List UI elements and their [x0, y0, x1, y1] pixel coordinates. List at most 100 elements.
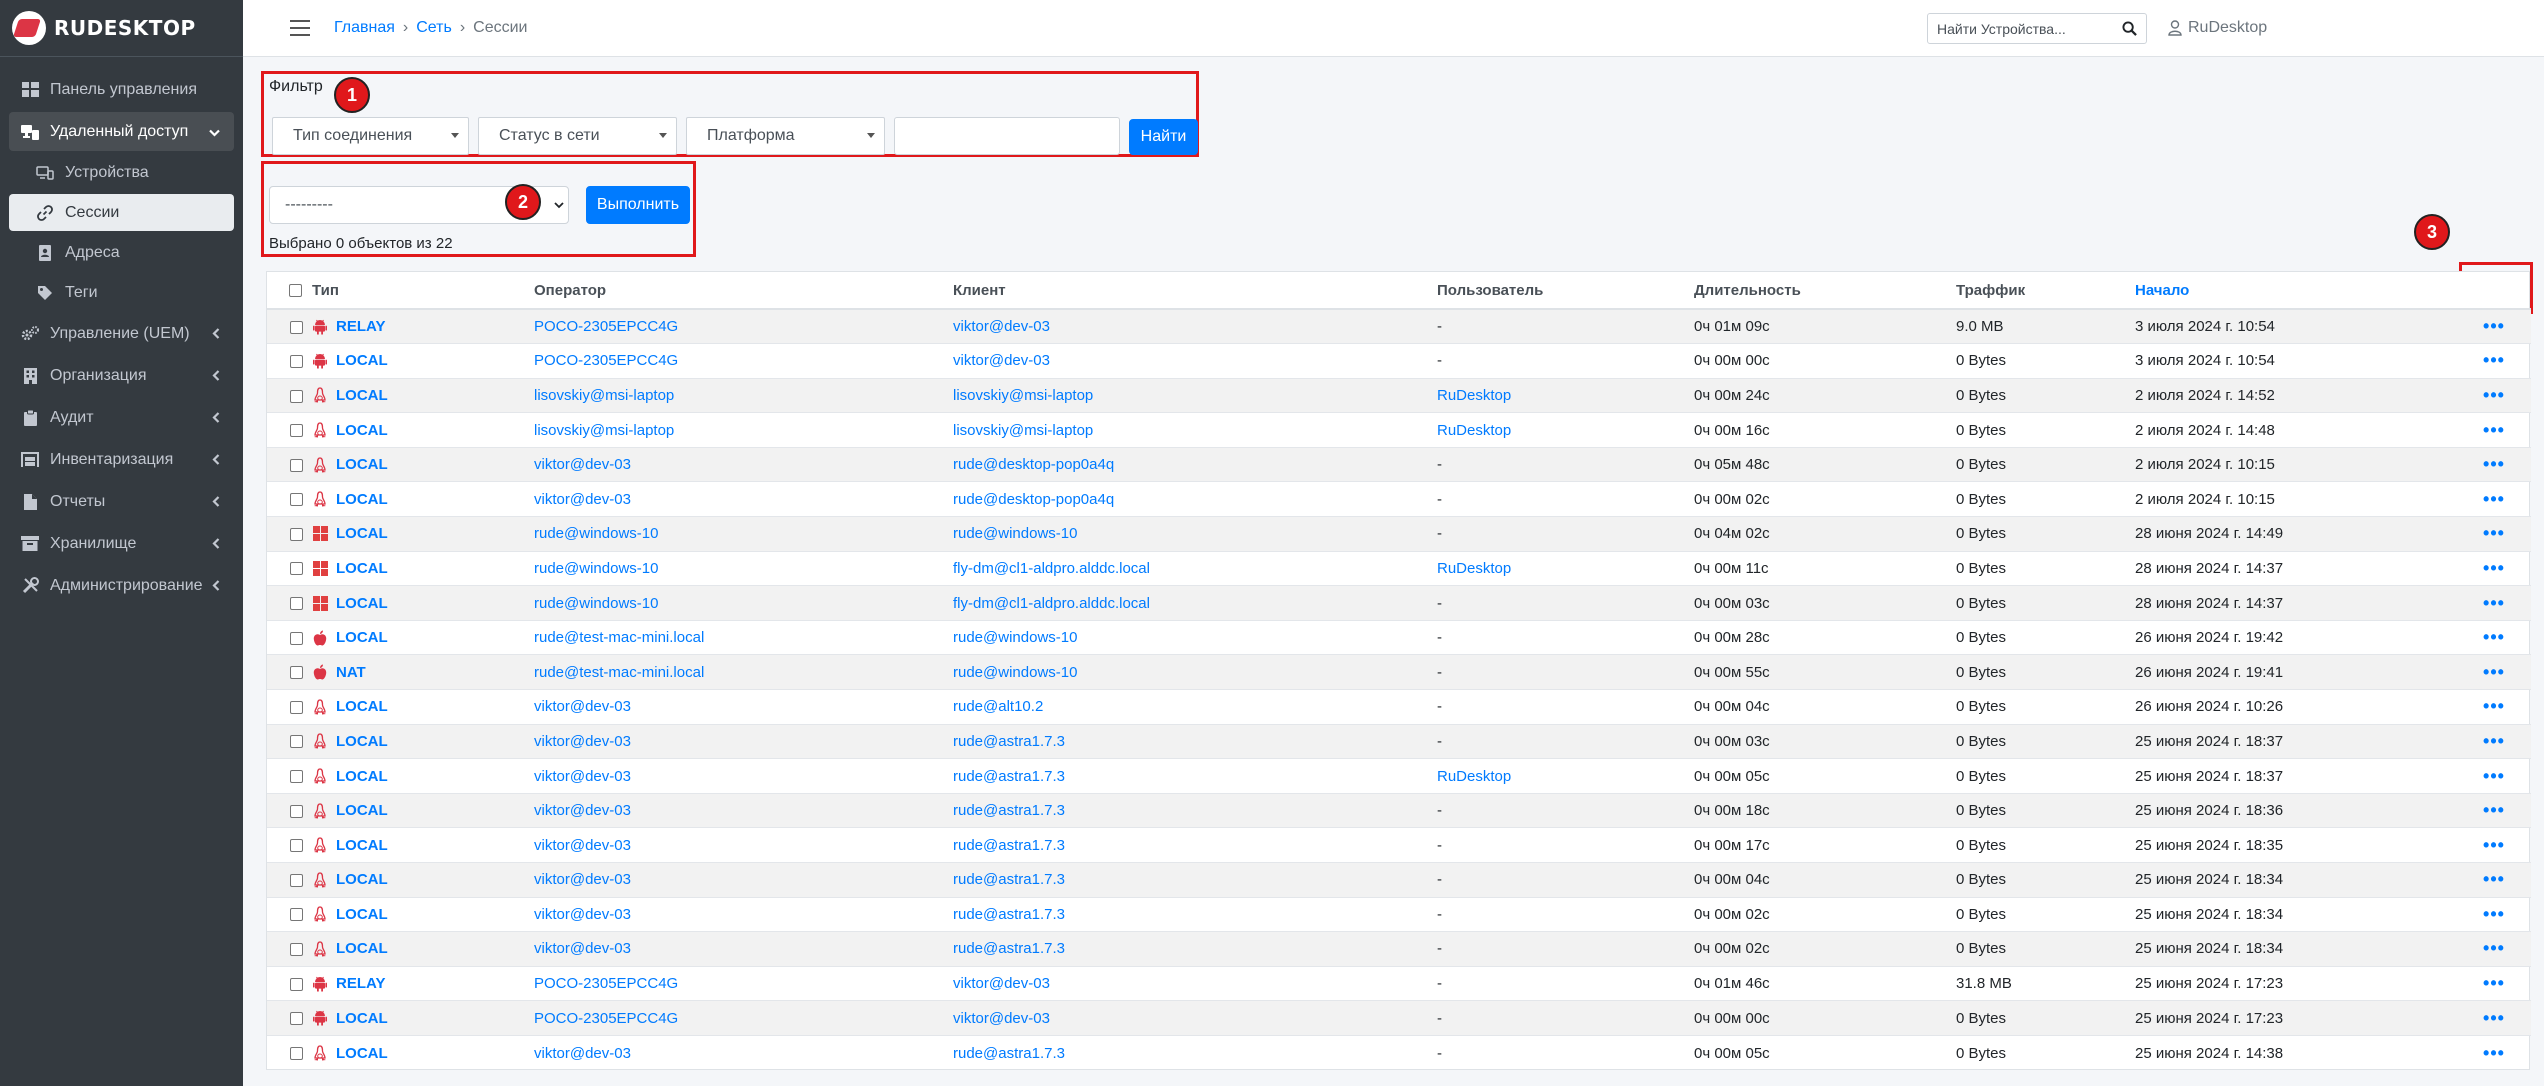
session-type-link[interactable]: LOCAL	[336, 387, 388, 404]
table-row[interactable]: LOCAL lisovskiy@msi-laptop lisovskiy@msi-l…	[267, 412, 2531, 448]
client-link[interactable]: lisovskiy@msi-laptop	[953, 422, 1093, 439]
row-checkbox[interactable]	[290, 770, 303, 784]
column-header-type[interactable]: Тип	[312, 272, 534, 310]
row-checkbox[interactable]	[290, 666, 303, 680]
operator-link[interactable]: rude@test-mac-mini.local	[534, 664, 704, 681]
table-row[interactable]: LOCAL viktor@dev-03 rude@alt10.2 -0ч 00м 04…	[267, 689, 2531, 725]
row-actions-icon[interactable]: •••	[2483, 835, 2505, 855]
client-link[interactable]: viktor@dev-03	[953, 318, 1050, 335]
platform-select[interactable]: Платформа	[686, 117, 885, 155]
session-type-link[interactable]: LOCAL	[336, 906, 388, 923]
row-actions-icon[interactable]: •••	[2483, 593, 2505, 613]
row-actions-icon[interactable]: •••	[2483, 385, 2505, 405]
operator-link[interactable]: rude@windows-10	[534, 595, 658, 612]
client-link[interactable]: rude@windows-10	[953, 664, 1077, 681]
table-row[interactable]: LOCAL viktor@dev-03 rude@astra1.7.3 RuDeskt…	[267, 758, 2531, 794]
operator-link[interactable]: lisovskiy@msi-laptop	[534, 387, 674, 404]
session-type-link[interactable]: LOCAL	[336, 456, 388, 473]
operator-link[interactable]: viktor@dev-03	[534, 940, 631, 957]
sidebar-item-dashboard[interactable]: Панель управления	[9, 70, 234, 109]
sidebar-item-box[interactable]: Хранилище	[9, 524, 234, 563]
operator-link[interactable]: rude@test-mac-mini.local	[534, 629, 704, 646]
row-actions-icon[interactable]: •••	[2483, 627, 2505, 647]
table-row[interactable]: LOCAL viktor@dev-03 rude@desktop-pop0a4q -0…	[267, 481, 2531, 517]
sidebar-item-tag[interactable]: Теги	[9, 274, 234, 311]
session-type-link[interactable]: LOCAL	[336, 733, 388, 750]
session-type-link[interactable]: LOCAL	[336, 698, 388, 715]
filter-text-input[interactable]	[894, 117, 1120, 155]
row-actions-icon[interactable]: •••	[2483, 731, 2505, 751]
row-actions-icon[interactable]: •••	[2483, 454, 2505, 474]
operator-link[interactable]: viktor@dev-03	[534, 871, 631, 888]
row-actions-icon[interactable]: •••	[2483, 766, 2505, 786]
row-actions-icon[interactable]: •••	[2483, 489, 2505, 509]
device-search-input[interactable]	[1928, 20, 2113, 37]
client-link[interactable]: viktor@dev-03	[953, 1010, 1050, 1027]
client-link[interactable]: rude@astra1.7.3	[953, 733, 1065, 750]
table-row[interactable]: LOCAL viktor@dev-03 rude@astra1.7.3 -0ч 00м…	[267, 1034, 2531, 1071]
operator-link[interactable]: lisovskiy@msi-laptop	[534, 422, 674, 439]
client-link[interactable]: rude@desktop-pop0a4q	[953, 491, 1114, 508]
user-link[interactable]: RuDesktop	[1437, 422, 1511, 439]
row-checkbox[interactable]	[290, 631, 303, 645]
client-link[interactable]: rude@windows-10	[953, 629, 1077, 646]
session-type-link[interactable]: RELAY	[336, 318, 385, 335]
column-header-traffic[interactable]: Траффик	[1956, 272, 2135, 310]
row-actions-icon[interactable]: •••	[2483, 800, 2505, 820]
session-type-link[interactable]: LOCAL	[336, 352, 388, 369]
sidebar-item-address-book[interactable]: Адреса	[9, 234, 234, 271]
column-header-duration[interactable]: Длительность	[1694, 272, 1956, 310]
table-row[interactable]: LOCAL viktor@dev-03 rude@astra1.7.3 -0ч 00м…	[267, 896, 2531, 932]
operator-link[interactable]: POCO-2305EPCC4G	[534, 975, 678, 992]
operator-link[interactable]: rude@windows-10	[534, 525, 658, 542]
table-row[interactable]: LOCAL POCO-2305EPCC4G viktor@dev-03 -0ч 00м…	[267, 1000, 2531, 1036]
session-type-link[interactable]: LOCAL	[336, 940, 388, 957]
row-checkbox[interactable]	[290, 735, 303, 749]
online-status-select[interactable]: Статус в сети	[478, 117, 677, 155]
row-actions-icon[interactable]: •••	[2483, 1043, 2505, 1063]
session-type-link[interactable]: LOCAL	[336, 525, 388, 542]
search-button[interactable]	[2113, 14, 2145, 43]
row-actions-icon[interactable]: •••	[2483, 973, 2505, 993]
operator-link[interactable]: viktor@dev-03	[534, 837, 631, 854]
row-checkbox[interactable]	[290, 873, 303, 887]
execute-button[interactable]: Выполнить	[586, 186, 690, 224]
session-type-link[interactable]: LOCAL	[336, 802, 388, 819]
operator-link[interactable]: POCO-2305EPCC4G	[534, 352, 678, 369]
operator-link[interactable]: viktor@dev-03	[534, 768, 631, 785]
sidebar-item-clipboard[interactable]: Аудит	[9, 398, 234, 437]
row-checkbox[interactable]	[290, 1012, 303, 1026]
operator-link[interactable]: POCO-2305EPCC4G	[534, 1010, 678, 1027]
row-actions-icon[interactable]: •••	[2483, 696, 2505, 716]
row-checkbox[interactable]	[290, 424, 303, 438]
client-link[interactable]: rude@astra1.7.3	[953, 768, 1065, 785]
row-checkbox[interactable]	[290, 977, 303, 991]
table-row[interactable]: RELAY POCO-2305EPCC4G viktor@dev-03 -0ч 01м…	[267, 308, 2531, 344]
row-checkbox[interactable]	[290, 562, 303, 576]
client-link[interactable]: rude@astra1.7.3	[953, 940, 1065, 957]
row-checkbox[interactable]	[290, 527, 303, 541]
row-checkbox[interactable]	[290, 908, 303, 922]
table-row[interactable]: NAT rude@test-mac-mini.local rude@windows-…	[267, 654, 2531, 690]
row-actions-icon[interactable]: •••	[2483, 938, 2505, 958]
breadcrumb-home[interactable]: Главная	[334, 19, 395, 37]
row-actions-icon[interactable]: •••	[2483, 350, 2505, 370]
row-checkbox[interactable]	[290, 839, 303, 853]
row-checkbox[interactable]	[290, 943, 303, 957]
row-checkbox[interactable]	[290, 700, 303, 714]
session-type-link[interactable]: LOCAL	[336, 629, 388, 646]
row-actions-icon[interactable]: •••	[2483, 420, 2505, 440]
client-link[interactable]: rude@astra1.7.3	[953, 871, 1065, 888]
table-row[interactable]: LOCAL rude@windows-10 rude@windows-10 -0ч 0…	[267, 516, 2531, 552]
table-row[interactable]: LOCAL rude@windows-10 fly-dm@cl1-aldpro.al…	[267, 550, 2531, 586]
client-link[interactable]: rude@alt10.2	[953, 698, 1043, 715]
table-row[interactable]: LOCAL rude@windows-10 fly-dm@cl1-aldpro.al…	[267, 585, 2531, 621]
row-checkbox[interactable]	[290, 320, 303, 334]
table-row[interactable]: RELAY POCO-2305EPCC4G viktor@dev-03 -0ч 01м…	[267, 965, 2531, 1001]
column-header-operator[interactable]: Оператор	[534, 272, 953, 310]
sidebar-item-document[interactable]: Отчеты	[9, 482, 234, 521]
column-header-start[interactable]: Начало	[2135, 272, 2457, 310]
session-type-link[interactable]: LOCAL	[336, 871, 388, 888]
row-checkbox[interactable]	[290, 354, 303, 368]
client-link[interactable]: rude@desktop-pop0a4q	[953, 456, 1114, 473]
